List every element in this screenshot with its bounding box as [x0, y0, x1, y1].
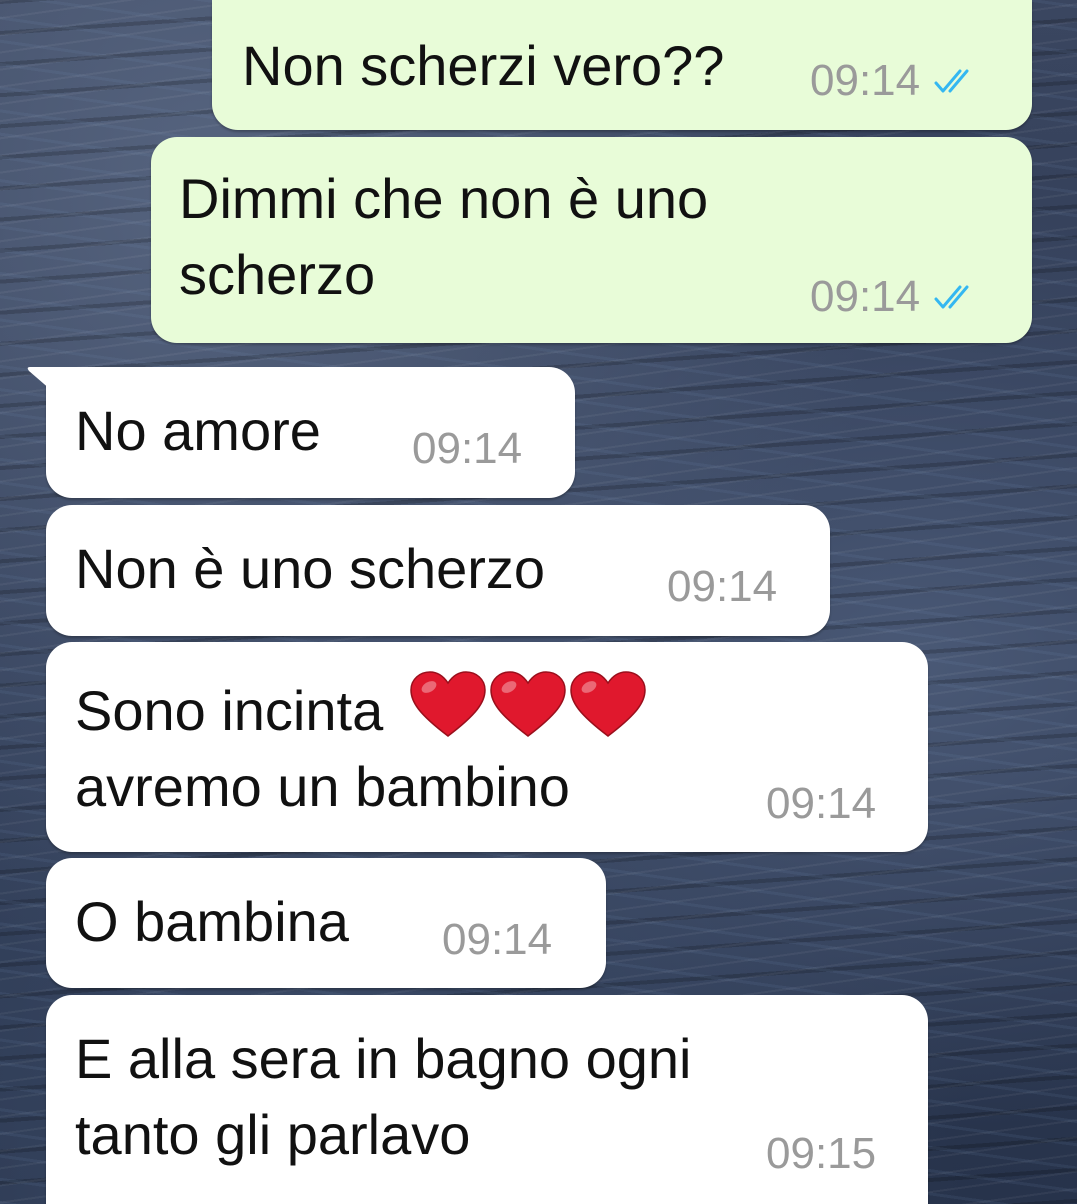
message-text: O bambina — [75, 890, 349, 953]
message-meta: 09:14 — [810, 272, 980, 322]
red-heart-icon — [570, 671, 646, 737]
message-text-line2: avremo un bambino — [75, 755, 570, 818]
incoming-message-bubble[interactable]: No amore 09:14 — [27, 367, 575, 498]
bubble-tail — [27, 367, 66, 403]
heart-emoji-group — [407, 671, 647, 742]
message-meta: 09:14 — [810, 56, 980, 106]
message-text: Dimmi che non è uno scherzo — [179, 167, 709, 306]
message-time: 09:14 — [810, 272, 921, 321]
message-meta: 09:14 — [766, 779, 876, 829]
outgoing-message-bubble[interactable]: Non scherzi vero?? 09:14 — [212, 0, 1032, 130]
outgoing-message-bubble[interactable]: Dimmi che non è uno scherzo 09:14 — [151, 137, 1032, 343]
message-meta: 09:14 — [442, 915, 552, 965]
message-line: Sono incinta — [75, 670, 647, 749]
message-text-line1: Sono incinta — [75, 679, 384, 742]
message-meta: 09:14 — [667, 562, 777, 612]
message-time: 09:14 — [667, 562, 778, 611]
incoming-message-bubble[interactable]: Non è uno scherzo 09:14 — [46, 505, 830, 636]
red-heart-icon — [410, 671, 486, 737]
incoming-message-bubble[interactable]: O bambina 09:14 — [46, 858, 606, 988]
message-time: 09:14 — [766, 779, 877, 828]
message-text: Sono incinta avremo un bambino — [75, 670, 647, 825]
message-meta: 09:14 — [412, 424, 522, 474]
incoming-message-bubble[interactable]: Sono incinta avremo un bambino 09:14 — [46, 642, 928, 852]
message-text: Non è uno scherzo — [75, 537, 546, 600]
incoming-message-bubble[interactable]: E alla sera in bagno ogni tanto gli parl… — [46, 995, 928, 1204]
message-time: 09:14 — [810, 56, 921, 105]
message-text: Non scherzi vero?? — [242, 34, 725, 97]
red-heart-icon — [490, 671, 566, 737]
chat-conversation: Non scherzi vero?? 09:14 Dimmi che non è… — [0, 0, 1077, 1204]
message-text: No amore — [75, 399, 321, 462]
message-meta: 09:15 — [766, 1129, 876, 1179]
message-time: 09:14 — [442, 915, 553, 964]
message-time: 09:14 — [412, 424, 523, 473]
double-check-read-icon — [934, 285, 969, 309]
message-time: 09:15 — [766, 1129, 877, 1178]
double-check-read-icon — [934, 69, 969, 93]
message-text: E alla sera in bagno ogni tanto gli parl… — [75, 1027, 692, 1166]
